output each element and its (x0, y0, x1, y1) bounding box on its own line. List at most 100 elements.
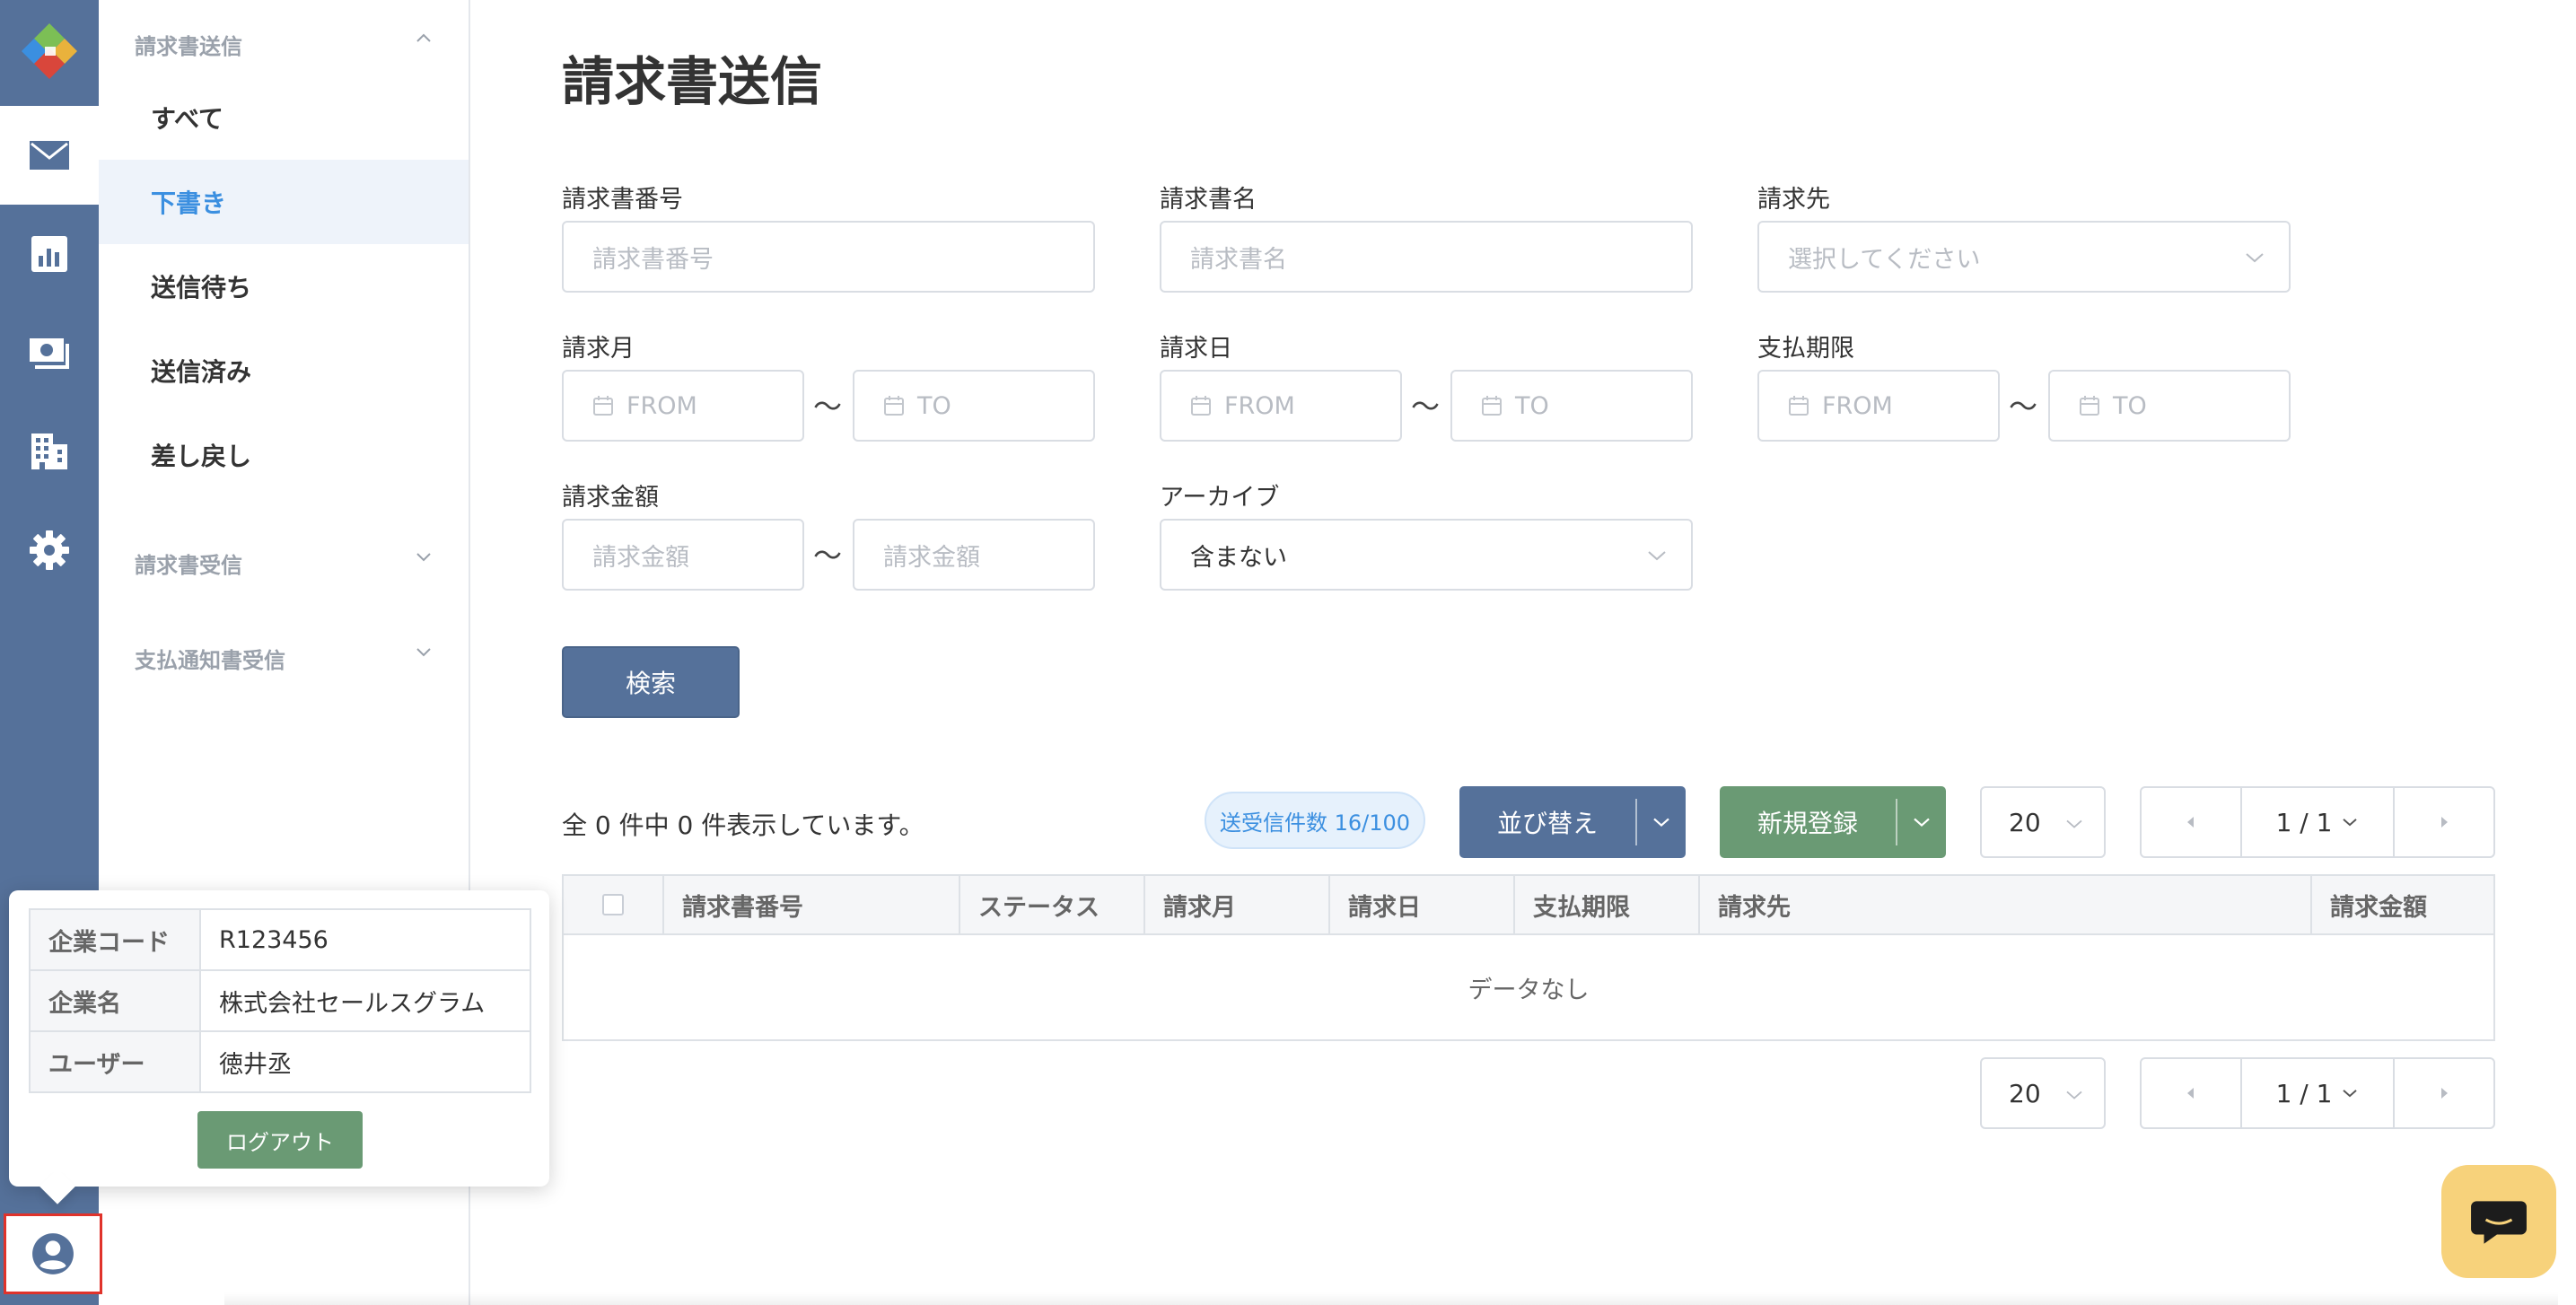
sidebar-item-sent[interactable]: 送信済み (99, 328, 469, 413)
payment-icon (30, 338, 69, 369)
chevron-down-icon (2066, 819, 2082, 828)
payment-due-label: 支払期限 (1757, 335, 1854, 363)
new-register-dropdown-toggle[interactable] (1896, 799, 1946, 845)
payment-due-to-input[interactable]: TO (2048, 370, 2291, 442)
chart-icon (31, 236, 67, 272)
chat-icon (2471, 1201, 2527, 1244)
chevron-down-icon[interactable] (413, 546, 434, 567)
select-all-cell (564, 876, 664, 933)
billing-month-to-input[interactable]: TO (853, 370, 1095, 442)
calendar-icon (884, 396, 904, 416)
payment-due-to-placeholder: TO (2113, 391, 2147, 420)
calendar-icon (1191, 396, 1211, 416)
sidebar-item-returned[interactable]: 差し戻し (99, 413, 469, 497)
prev-page-button[interactable] (2142, 1059, 2240, 1127)
chevron-down-icon (2343, 1090, 2358, 1098)
sort-button-label[interactable]: 並び替え (1459, 786, 1635, 858)
chat-button[interactable] (2441, 1165, 2556, 1278)
company-name-value: 株式会社セールスグラム (199, 969, 531, 1032)
sidebar-group-invoice-receive[interactable]: 請求書受信 (135, 547, 242, 579)
invoice-name-placeholder: 請求書名 (1190, 245, 1287, 274)
invoice-number-input[interactable]: 請求書番号 (562, 221, 1095, 293)
amount-from-input[interactable]: 請求金額 (562, 519, 804, 591)
billing-date-label: 請求日 (1160, 335, 1232, 363)
quota-badge: 送受信件数 16/100 (1205, 792, 1425, 849)
page-indicator: 1 / 1 (2275, 807, 2333, 837)
payment-due-from-placeholder: FROM (1822, 391, 1893, 420)
archive-value: 含まない (1190, 543, 1287, 572)
rail-settings[interactable] (0, 501, 99, 600)
sidebar-group-invoice-send[interactable]: 請求書送信 (135, 29, 242, 60)
chevron-down-icon (1653, 818, 1669, 828)
column-header-billing-month[interactable]: 請求月 (1145, 876, 1330, 933)
invoice-number-label: 請求書番号 (562, 186, 683, 214)
new-register-button[interactable]: 新規登録 (1720, 786, 1946, 858)
table-row: 企業コード R123456 (29, 908, 531, 971)
billing-to-label: 請求先 (1757, 186, 1830, 214)
billing-to-select[interactable]: 選択してください (1757, 221, 2291, 293)
invoice-name-input[interactable]: 請求書名 (1160, 221, 1693, 293)
rail-payments[interactable] (0, 303, 99, 402)
calendar-icon (593, 396, 613, 416)
new-register-button-label[interactable]: 新規登録 (1720, 786, 1896, 858)
company-code-key: 企業コード (29, 908, 201, 971)
range-separator: 〜 (813, 539, 843, 573)
chevron-down-icon (1648, 551, 1666, 561)
next-page-button[interactable] (2395, 1059, 2493, 1127)
chevron-up-icon[interactable] (413, 27, 434, 48)
logout-button[interactable]: ログアウト (197, 1111, 363, 1169)
chevron-down-icon (1914, 818, 1930, 828)
billing-date-to-input[interactable]: TO (1450, 370, 1693, 442)
sidebar-item-pending[interactable]: 送信待ち (99, 244, 469, 328)
range-separator: 〜 (1411, 390, 1441, 424)
company-code-value: R123456 (199, 908, 531, 971)
page-select[interactable]: 1 / 1 (2240, 1059, 2395, 1127)
page-indicator: 1 / 1 (2275, 1078, 2333, 1108)
calendar-icon (1482, 396, 1502, 416)
column-header-billing-to[interactable]: 請求先 (1700, 876, 2312, 933)
sidebar-item-all[interactable]: すべて (99, 75, 469, 160)
user-info-table: 企業コード R123456 企業名 株式会社セールスグラム ユーザー 徳井丞 (29, 908, 531, 1093)
page-select[interactable]: 1 / 1 (2240, 788, 2395, 856)
rail-companies[interactable] (0, 402, 99, 501)
billing-to-placeholder: 選択してください (1788, 245, 1981, 274)
archive-select[interactable]: 含まない (1160, 519, 1693, 591)
invoice-table: 請求書番号 ステータス 請求月 請求日 支払期限 請求先 請求金額 データなし (562, 874, 2495, 1041)
page-size-select-bottom[interactable]: 20 (1980, 1057, 2106, 1129)
sort-dropdown-toggle[interactable] (1635, 799, 1686, 845)
billing-month-label: 請求月 (562, 335, 635, 363)
table-empty-state: データなし (1468, 976, 1590, 1004)
column-header-payment-due[interactable]: 支払期限 (1515, 876, 1700, 933)
rail-mail[interactable] (0, 106, 99, 205)
sidebar-item-draft[interactable]: 下書き (99, 160, 469, 244)
billing-date-from-input[interactable]: FROM (1160, 370, 1402, 442)
table-row: 企業名 株式会社セールスグラム (29, 969, 531, 1032)
invoice-number-placeholder: 請求書番号 (592, 245, 714, 274)
caret-right-icon (2441, 1088, 2448, 1099)
next-page-button[interactable] (2395, 788, 2493, 856)
pagination-bottom: 1 / 1 (2140, 1057, 2495, 1129)
page-size-value: 20 (2009, 1078, 2041, 1108)
payment-due-from-input[interactable]: FROM (1757, 370, 2000, 442)
amount-to-input[interactable]: 請求金額 (853, 519, 1095, 591)
column-header-billing-date[interactable]: 請求日 (1330, 876, 1515, 933)
rail-analytics[interactable] (0, 205, 99, 303)
chevron-down-icon[interactable] (413, 641, 434, 662)
user-account-button[interactable] (4, 1213, 102, 1294)
result-count-text: 全 0 件中 0 件表示しています。 (562, 810, 924, 840)
billing-month-from-input[interactable]: FROM (562, 370, 804, 442)
billing-month-to-placeholder: TO (917, 391, 951, 420)
page-size-value: 20 (2009, 807, 2041, 837)
sidebar-group-payment-notice[interactable]: 支払通知書受信 (135, 643, 285, 674)
caret-left-icon (2187, 817, 2194, 828)
column-header-amount[interactable]: 請求金額 (2312, 876, 2493, 933)
column-header-status[interactable]: ステータス (960, 876, 1145, 933)
prev-page-button[interactable] (2142, 788, 2240, 856)
sort-button[interactable]: 並び替え (1459, 786, 1686, 858)
search-button[interactable]: 検索 (562, 646, 740, 718)
column-header-invoice-number[interactable]: 請求書番号 (664, 876, 960, 933)
app-logo-icon[interactable] (18, 20, 81, 83)
range-separator: 〜 (813, 390, 843, 424)
page-size-select[interactable]: 20 (1980, 786, 2106, 858)
select-all-checkbox[interactable] (602, 894, 624, 915)
